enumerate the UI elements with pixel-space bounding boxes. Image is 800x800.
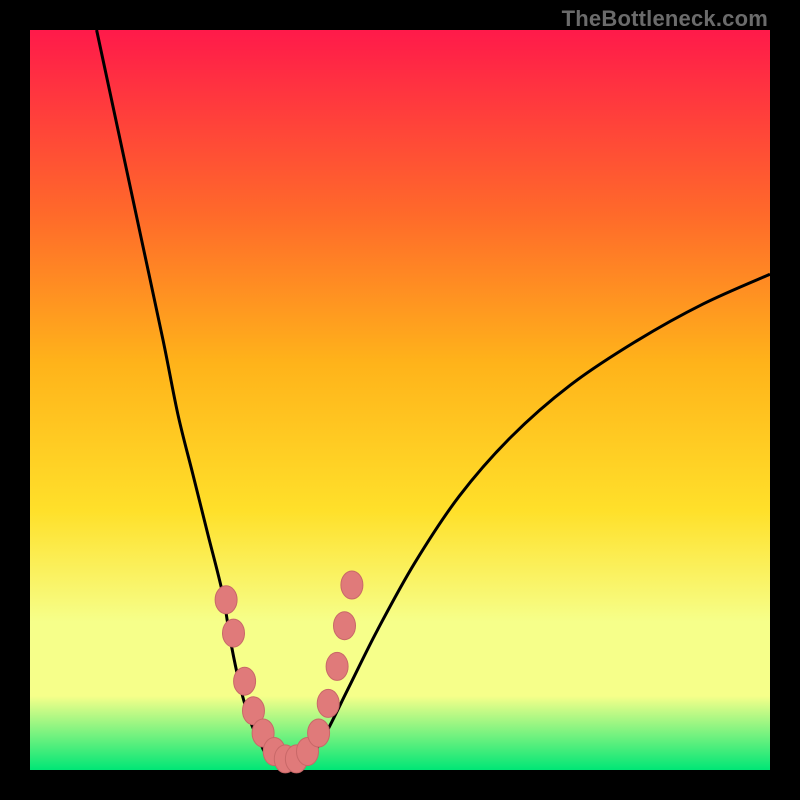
source-watermark: TheBottleneck.com — [562, 6, 768, 32]
marker-dot — [223, 619, 245, 647]
plot-area — [30, 30, 770, 770]
curve-markers — [215, 571, 363, 773]
curve-path — [97, 30, 770, 764]
chart-stage: TheBottleneck.com — [0, 0, 800, 800]
marker-dot — [215, 586, 237, 614]
marker-dot — [308, 719, 330, 747]
marker-dot — [234, 667, 256, 695]
marker-dot — [334, 612, 356, 640]
marker-dot — [326, 652, 348, 680]
bottleneck-curve — [30, 30, 770, 770]
marker-dot — [317, 689, 339, 717]
marker-dot — [341, 571, 363, 599]
